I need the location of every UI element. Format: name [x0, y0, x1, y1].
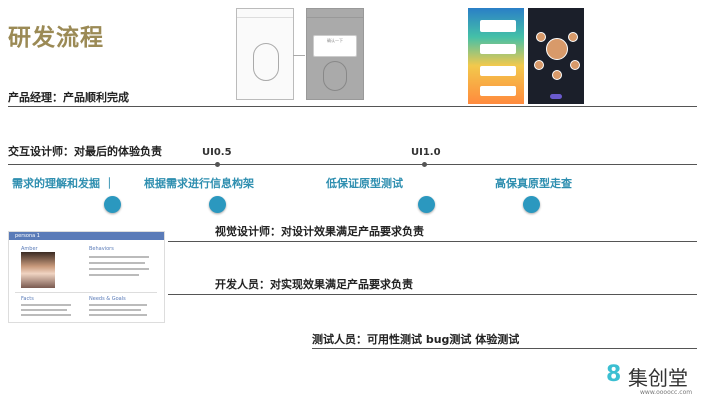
phase-label-3: 低保证原型测试: [326, 177, 403, 190]
version-label-v05: UI0.5: [202, 147, 232, 158]
logo-icon: 8: [606, 362, 622, 387]
phase-node-1: [104, 196, 121, 213]
phone-screenshot-1: [468, 8, 524, 104]
version-marker-v05: [215, 162, 220, 167]
divider: [312, 348, 697, 349]
flow-arrow: [293, 55, 305, 56]
wireframe-mockup-1: [236, 8, 294, 100]
version-marker-v10: [422, 162, 427, 167]
role-visual-designer: 视觉设计师：对设计效果满足产品要求负责: [215, 225, 424, 238]
divider: [168, 294, 697, 295]
persona-needs-label: Needs & Goals: [89, 296, 126, 302]
divider: [8, 106, 697, 107]
phase-label-4: 高保真原型走查: [495, 177, 572, 190]
timeline-line: [8, 164, 697, 165]
role-interaction-designer: 交互设计师：对最后的体验负责: [8, 145, 162, 158]
persona-card: persona 1 Amber Behaviors Facts Needs & …: [8, 231, 165, 323]
role-tester: 测试人员：可用性测试 bug测试 体验测试: [312, 333, 520, 346]
persona-photo: [21, 252, 55, 288]
dialog-title: 确认一下: [327, 38, 343, 43]
fingerprint-icon: [323, 61, 347, 91]
persona-behaviors-label: Behaviors: [89, 246, 114, 252]
phase-label-2: 根据需求进行信息构架: [144, 177, 254, 190]
page-title: 研发流程: [8, 25, 104, 51]
phone-screenshot-2: [528, 8, 584, 104]
logo-url: www.oooocc.com: [640, 389, 693, 396]
phase-node-3: [418, 196, 435, 213]
persona-facts-label: Facts: [21, 296, 34, 302]
logo-text: 集创堂: [628, 366, 688, 390]
role-product-manager: 产品经理：产品顺利完成: [8, 91, 129, 104]
phase-node-4: [523, 196, 540, 213]
fingerprint-icon: [253, 43, 279, 81]
persona-header: persona 1: [9, 232, 164, 240]
phase-label-1: 需求的理解和发掘 ｜: [12, 177, 115, 190]
role-developer: 开发人员：对实现效果满足产品要求负责: [215, 278, 413, 291]
wireframe-mockup-2: 确认一下: [306, 8, 364, 100]
confirm-dialog: 确认一下: [313, 35, 357, 57]
phase-node-2: [209, 196, 226, 213]
divider: [168, 241, 697, 242]
version-label-v10: UI1.0: [411, 147, 441, 158]
